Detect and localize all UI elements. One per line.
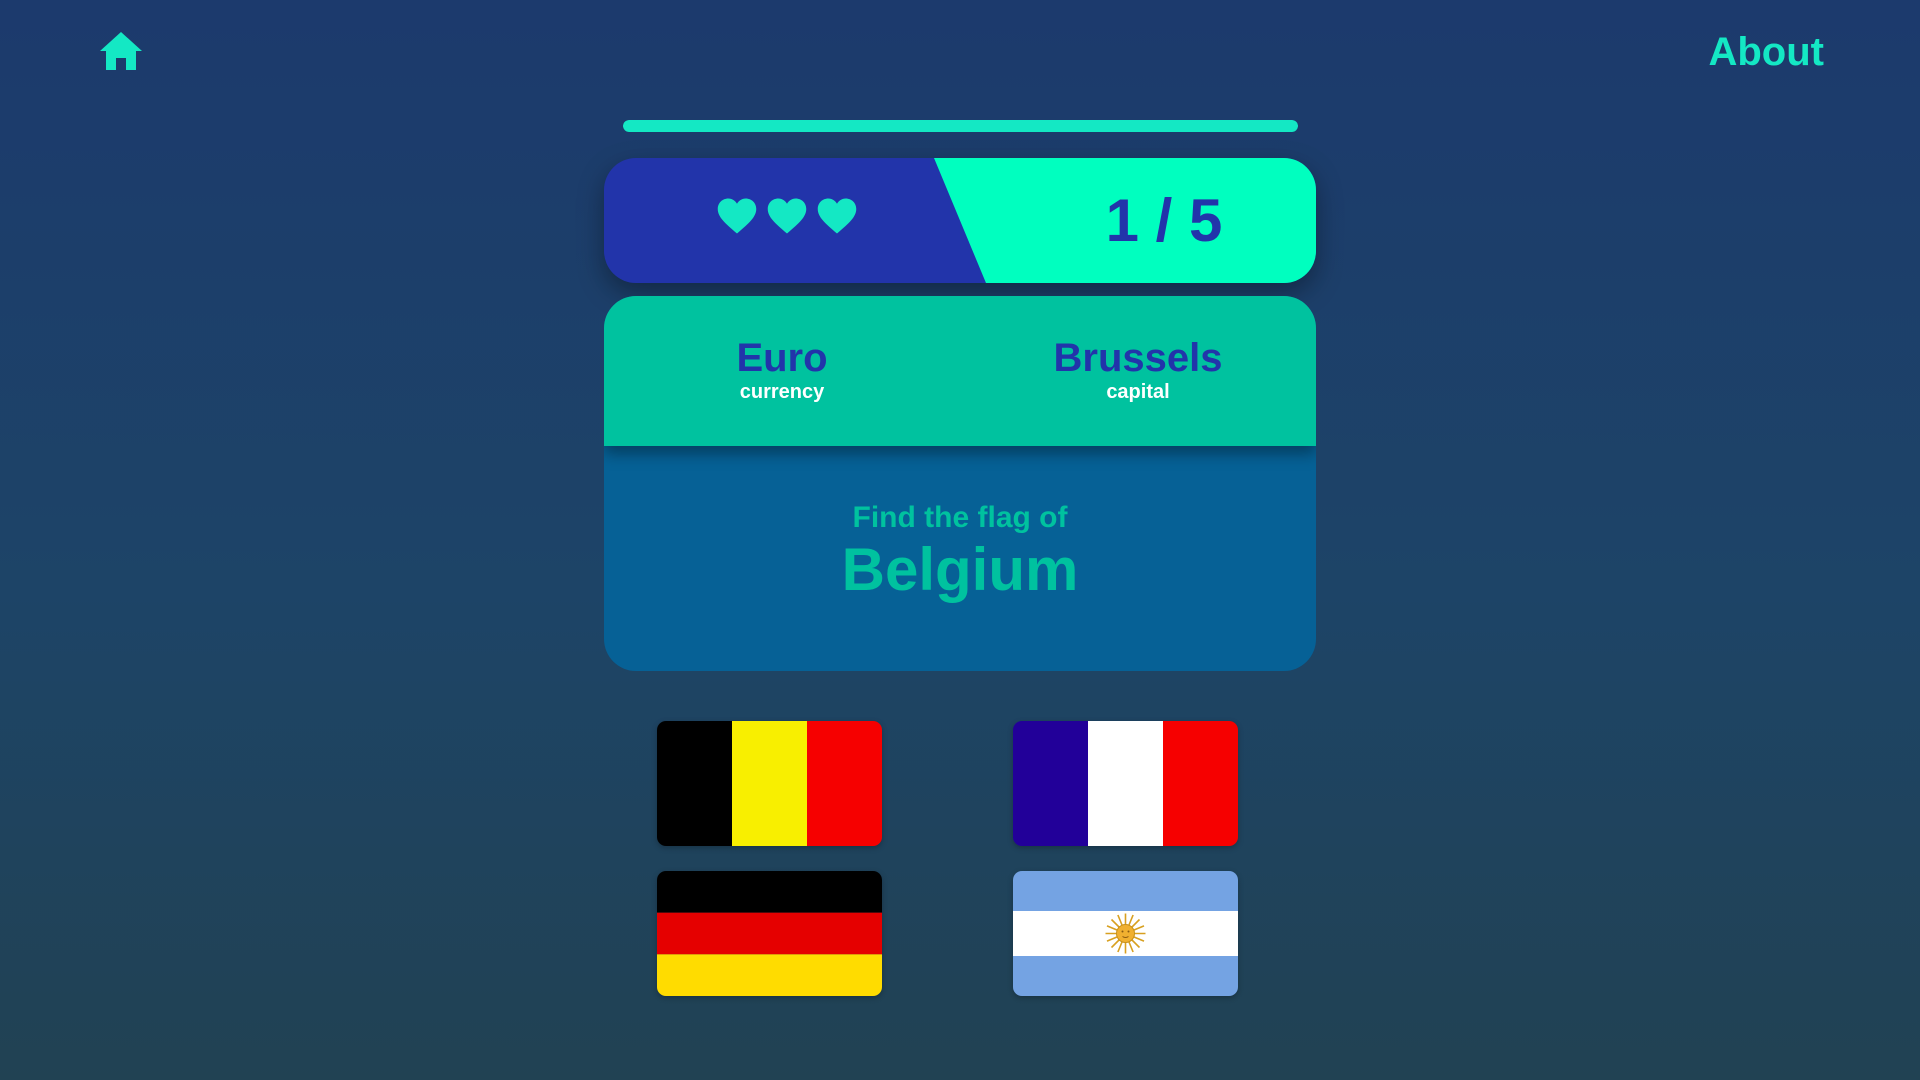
clues-panel: Euro currency Brussels capital [604,296,1316,446]
heart-icon [817,198,857,234]
argentina-flag [1013,871,1238,996]
home-button[interactable] [98,30,144,72]
home-icon [100,32,142,70]
progress-bar [623,120,1298,132]
progress-fill [623,120,1298,132]
question-card: Euro currency Brussels capital Find the … [604,296,1316,671]
country-name: Belgium [841,536,1079,603]
currency-label: currency [739,381,825,403]
france-flag [1013,721,1238,846]
question-prompt: Find the flag of Belgium [604,500,1316,604]
flag-option-france[interactable] [1013,721,1238,846]
flag-option-belgium[interactable] [657,721,882,846]
about-link[interactable]: About [1708,30,1824,75]
germany-flag [657,871,882,996]
top-bar: About [0,0,1920,110]
capital-clue: Brussels capital [960,336,1316,404]
currency-clue: Euro currency [604,336,960,404]
currency-value: Euro [736,336,828,380]
status-card: 1 / 5 [604,158,1316,283]
heart-icon [717,198,757,234]
sun-of-may-icon [1105,913,1146,954]
flag-option-argentina[interactable] [1013,871,1238,996]
belgium-flag [657,721,882,846]
prompt-text: Find the flag of [852,501,1068,534]
capital-label: capital [1106,381,1170,403]
flag-option-germany[interactable] [657,871,882,996]
heart-icon [767,198,807,234]
score-counter: 1 / 5 [1105,187,1223,254]
capital-value: Brussels [1053,336,1223,380]
lives-display [716,196,858,236]
